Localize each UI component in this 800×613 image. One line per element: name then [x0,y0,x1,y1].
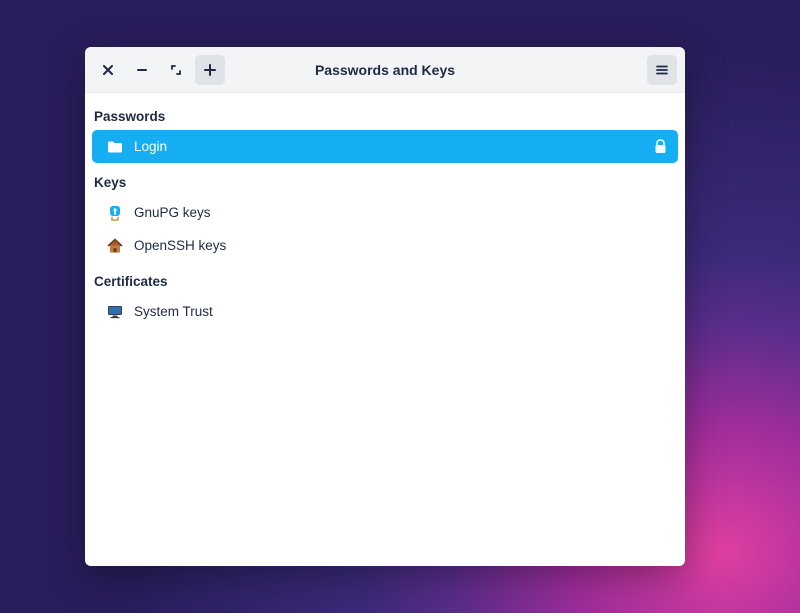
list-item-label: OpenSSH keys [134,238,668,253]
lock-icon [652,139,668,155]
keyring-login[interactable]: Login [92,130,678,163]
list-item-label: System Trust [134,304,668,319]
section-header-keys: Keys [92,169,678,196]
section-header-certificates: Certificates [92,268,678,295]
app-window: Passwords and Keys Passwords Login Keys [85,47,685,566]
close-button[interactable] [93,55,123,85]
desktop-background: Passwords and Keys Passwords Login Keys [0,0,800,613]
titlebar: Passwords and Keys [85,47,685,93]
close-icon [102,64,114,76]
section-header-passwords: Passwords [92,103,678,130]
list-item-label: Login [134,139,642,154]
folder-icon [106,138,124,156]
cert-system-trust[interactable]: System Trust [92,295,678,328]
maximize-button[interactable] [161,55,191,85]
maximize-icon [170,64,182,76]
menu-button[interactable] [647,55,677,85]
content-area: Passwords Login Keys [85,93,685,566]
list-item-label: GnuPG keys [134,205,668,220]
keyring-openssh[interactable]: OpenSSH keys [92,229,678,262]
keyring-gnupg[interactable]: GnuPG keys [92,196,678,229]
minimize-button[interactable] [127,55,157,85]
monitor-icon [106,303,124,321]
plus-icon [203,63,217,77]
add-button[interactable] [195,55,225,85]
gpg-key-icon [106,204,124,222]
hamburger-icon [655,63,669,77]
home-icon [106,237,124,255]
minimize-icon [136,64,148,76]
